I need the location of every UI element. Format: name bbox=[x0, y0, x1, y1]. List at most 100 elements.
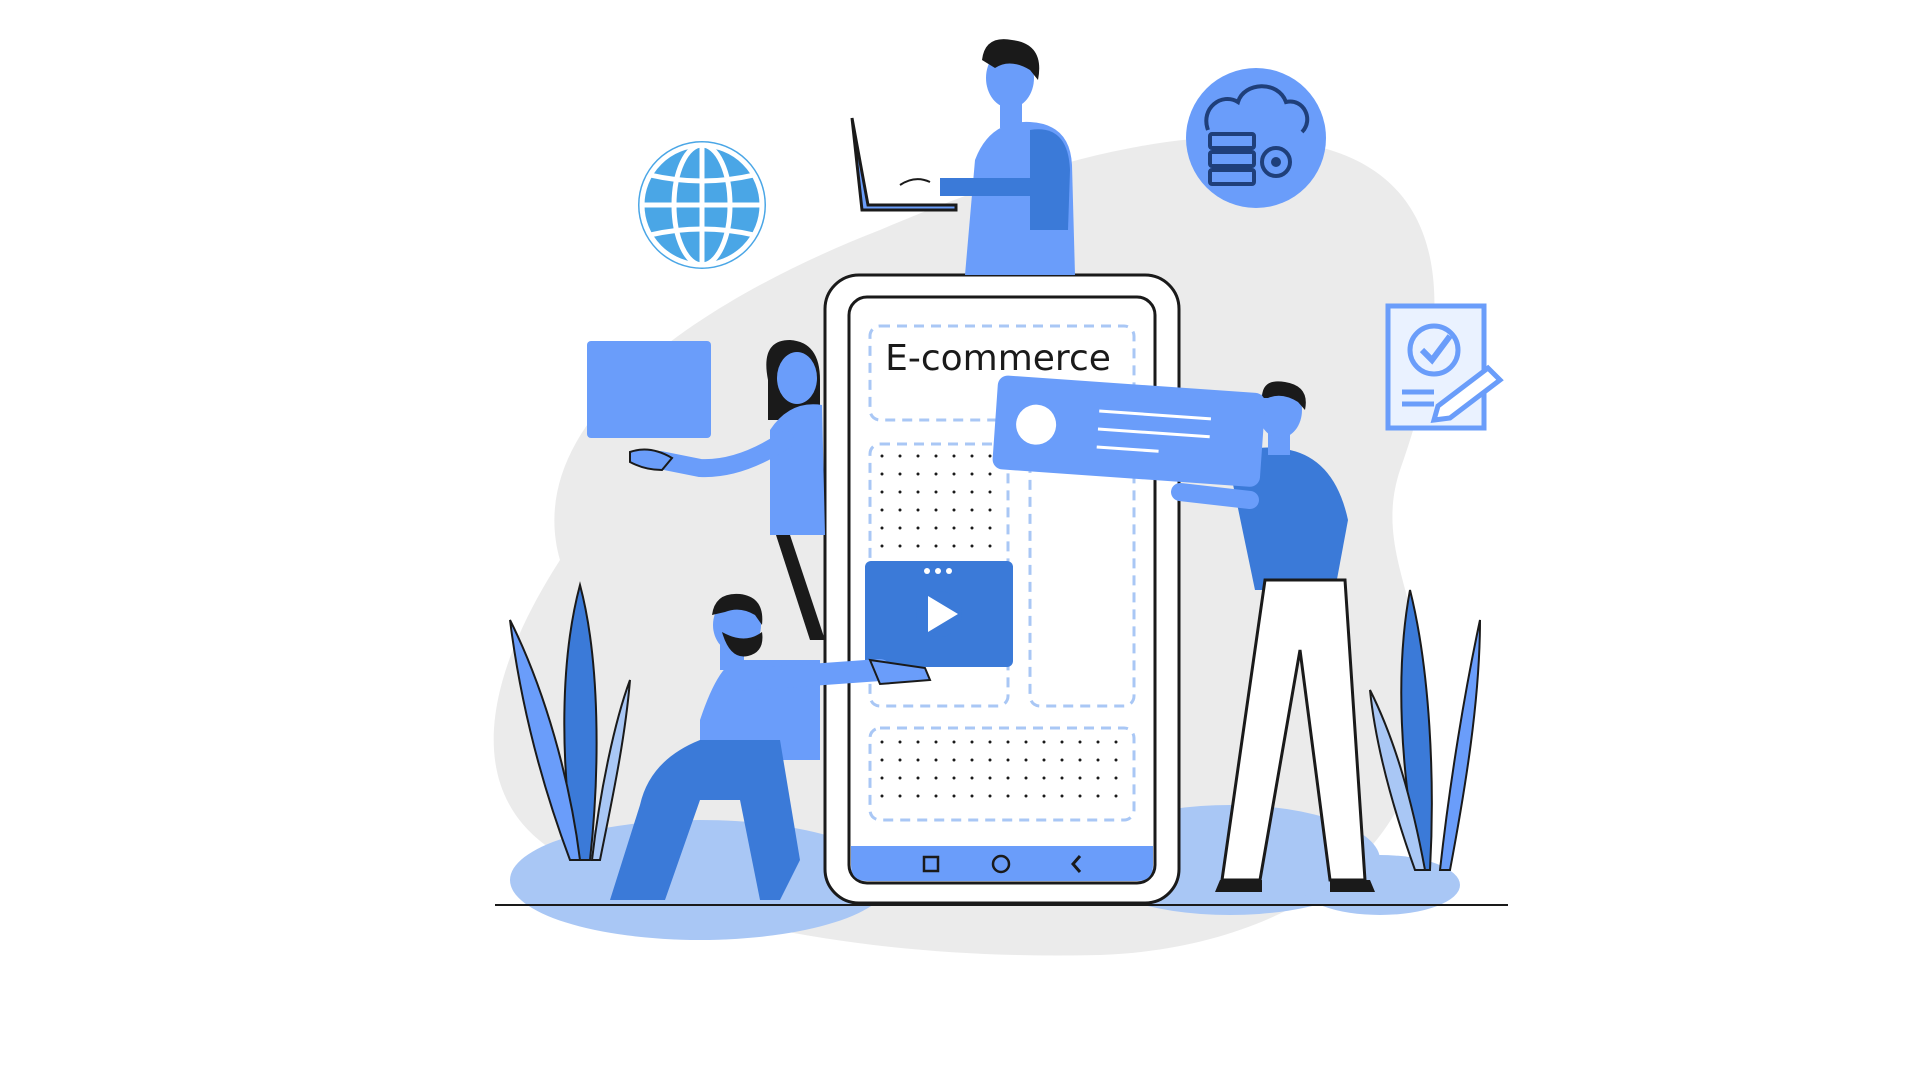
pattern-dot bbox=[916, 526, 920, 530]
pattern-dot bbox=[1078, 758, 1082, 762]
pattern-dot bbox=[1078, 776, 1082, 780]
pattern-dot bbox=[1096, 776, 1100, 780]
pattern-dot bbox=[1024, 758, 1028, 762]
pattern-dot bbox=[988, 454, 992, 458]
pattern-dot bbox=[988, 472, 992, 476]
pattern-dot bbox=[1096, 740, 1100, 744]
pattern-dot bbox=[1114, 758, 1118, 762]
pattern-dot bbox=[934, 526, 938, 530]
pattern-dot bbox=[988, 526, 992, 530]
pattern-dot bbox=[1060, 758, 1064, 762]
pattern-dot bbox=[934, 472, 938, 476]
pattern-dot bbox=[880, 490, 884, 494]
phone-nav-bar bbox=[851, 846, 1153, 881]
pattern-dot bbox=[1024, 794, 1028, 798]
chat-card bbox=[992, 375, 1266, 487]
globe-icon bbox=[638, 141, 766, 269]
pattern-dot bbox=[970, 508, 974, 512]
pattern-dot bbox=[934, 490, 938, 494]
pattern-dot bbox=[1060, 776, 1064, 780]
pattern-dot bbox=[934, 758, 938, 762]
pattern-dot bbox=[988, 490, 992, 494]
pattern-dot bbox=[880, 454, 884, 458]
cloud-server-settings-icon bbox=[1186, 68, 1326, 208]
pattern-dot bbox=[970, 472, 974, 476]
pattern-dot bbox=[898, 526, 902, 530]
pattern-dot bbox=[880, 472, 884, 476]
pattern-dot bbox=[1114, 776, 1118, 780]
checklist-document-icon bbox=[1385, 303, 1504, 431]
pattern-dot bbox=[916, 490, 920, 494]
pattern-dot bbox=[880, 508, 884, 512]
pattern-dot bbox=[916, 758, 920, 762]
pattern-dot bbox=[1060, 740, 1064, 744]
pattern-dot bbox=[988, 508, 992, 512]
pattern-dot bbox=[1078, 794, 1082, 798]
pattern-dot bbox=[898, 508, 902, 512]
ecommerce-illustration: E-commerce bbox=[493, 39, 1508, 956]
pattern-dot bbox=[1042, 794, 1046, 798]
pattern-dot bbox=[1096, 794, 1100, 798]
pattern-dot bbox=[898, 490, 902, 494]
pattern-dot bbox=[880, 740, 884, 744]
pattern-dot bbox=[1096, 758, 1100, 762]
pattern-dot bbox=[970, 526, 974, 530]
pattern-dot bbox=[880, 758, 884, 762]
pattern-dot bbox=[970, 758, 974, 762]
pattern-dot bbox=[988, 794, 992, 798]
pattern-dot bbox=[916, 472, 920, 476]
pattern-dot bbox=[934, 454, 938, 458]
pattern-dot bbox=[898, 794, 902, 798]
pattern-dot bbox=[934, 740, 938, 744]
pattern-dot bbox=[1042, 740, 1046, 744]
pattern-dot bbox=[934, 544, 938, 548]
pattern-dot bbox=[898, 472, 902, 476]
pattern-dot bbox=[988, 544, 992, 548]
phone-title: E-commerce bbox=[885, 338, 1111, 379]
pattern-dot bbox=[988, 758, 992, 762]
pattern-dot bbox=[898, 758, 902, 762]
pattern-dot bbox=[952, 508, 956, 512]
pattern-dot bbox=[1024, 776, 1028, 780]
pattern-dot bbox=[970, 794, 974, 798]
pattern-dot bbox=[988, 740, 992, 744]
pattern-dot bbox=[1006, 740, 1010, 744]
pattern-dot bbox=[898, 544, 902, 548]
pattern-dot bbox=[880, 794, 884, 798]
pattern-dot bbox=[952, 794, 956, 798]
pattern-dot bbox=[916, 794, 920, 798]
pattern-dot bbox=[970, 740, 974, 744]
pattern-dot bbox=[934, 508, 938, 512]
pattern-dot bbox=[880, 776, 884, 780]
pattern-dot bbox=[916, 508, 920, 512]
pattern-dot bbox=[952, 454, 956, 458]
video-card bbox=[865, 561, 1013, 667]
pattern-dot bbox=[1042, 776, 1046, 780]
pattern-dot bbox=[1006, 794, 1010, 798]
pattern-dot bbox=[1114, 740, 1118, 744]
pattern-dot bbox=[898, 776, 902, 780]
floating-card bbox=[587, 341, 711, 438]
pattern-dot bbox=[952, 758, 956, 762]
pattern-dot bbox=[952, 472, 956, 476]
pattern-dot bbox=[970, 454, 974, 458]
pattern-dot bbox=[916, 776, 920, 780]
pattern-dot bbox=[1078, 740, 1082, 744]
pattern-dot bbox=[970, 544, 974, 548]
pattern-dot bbox=[880, 544, 884, 548]
pattern-dot bbox=[898, 740, 902, 744]
pattern-dot bbox=[952, 776, 956, 780]
pattern-dot bbox=[970, 490, 974, 494]
pattern-dot bbox=[1006, 776, 1010, 780]
pattern-dot bbox=[916, 544, 920, 548]
pattern-dot bbox=[916, 454, 920, 458]
pattern-dot bbox=[898, 454, 902, 458]
pattern-dot bbox=[916, 740, 920, 744]
pattern-dot bbox=[1114, 794, 1118, 798]
pattern-dot bbox=[1006, 758, 1010, 762]
pattern-dot bbox=[934, 794, 938, 798]
pattern-dot bbox=[934, 776, 938, 780]
pattern-dot bbox=[1042, 758, 1046, 762]
pattern-dot bbox=[952, 544, 956, 548]
pattern-dot bbox=[952, 526, 956, 530]
